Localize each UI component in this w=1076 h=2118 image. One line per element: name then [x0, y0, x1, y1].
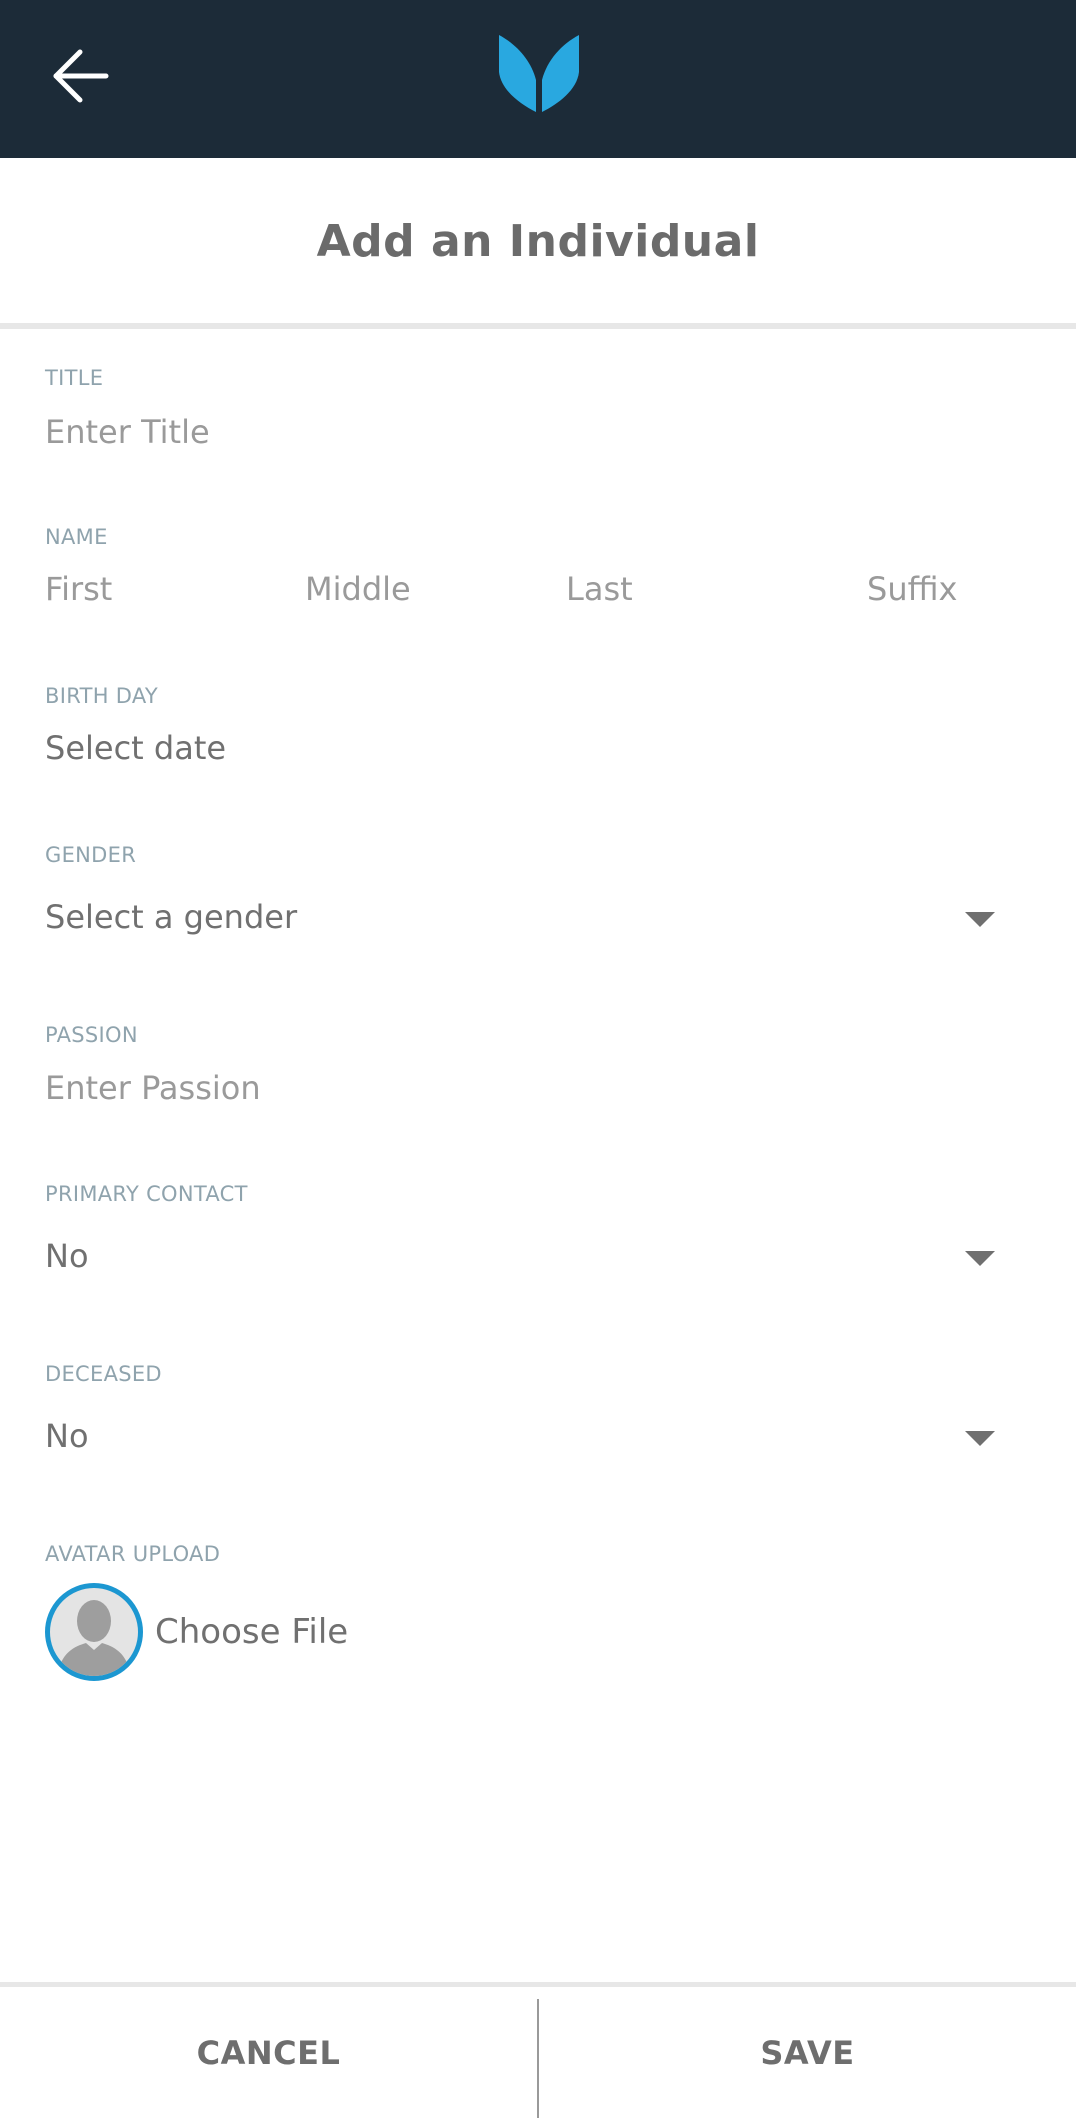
passion-label: PASSION — [45, 1023, 138, 1047]
chevron-down-icon — [965, 1251, 995, 1266]
primary-contact-select[interactable]: No — [45, 1233, 995, 1283]
chevron-down-icon — [965, 1431, 995, 1446]
arrow-left-icon — [53, 49, 109, 103]
top-app-bar — [0, 0, 1076, 158]
avatar-upload-label: AVATAR UPLOAD — [45, 1542, 221, 1566]
title-label: TITLE — [45, 366, 104, 390]
last-name-input[interactable]: Last — [566, 570, 633, 608]
gender-label: GENDER — [45, 843, 137, 867]
book-logo-icon — [499, 35, 579, 112]
suffix-input[interactable]: Suffix — [867, 570, 957, 608]
choose-file-button[interactable]: Choose File — [155, 1612, 348, 1652]
avatar[interactable] — [45, 1583, 143, 1681]
passion-input[interactable]: Enter Passion — [45, 1069, 261, 1107]
deceased-select-value: No — [45, 1417, 89, 1455]
gender-select[interactable]: Select a gender — [45, 894, 995, 944]
chevron-down-icon — [965, 912, 995, 927]
deceased-select[interactable]: No — [45, 1413, 995, 1463]
primary-contact-select-value: No — [45, 1237, 89, 1275]
cancel-button[interactable]: CANCEL — [0, 1987, 537, 2118]
person-silhouette-icon — [58, 1600, 130, 1676]
title-input[interactable]: Enter Title — [45, 413, 210, 451]
primary-contact-label: PRIMARY CONTACT — [45, 1182, 248, 1206]
gender-select-value: Select a gender — [45, 898, 298, 936]
birthday-date-picker[interactable]: Select date — [45, 729, 226, 767]
deceased-label: DECEASED — [45, 1362, 162, 1386]
middle-name-input[interactable]: Middle — [305, 570, 411, 608]
birthday-label: BIRTH DAY — [45, 684, 159, 708]
page-title: Add an Individual — [316, 215, 760, 267]
name-label: NAME — [45, 525, 108, 549]
first-name-input[interactable]: First — [45, 570, 112, 608]
footer-actions: CANCEL SAVE — [0, 1987, 1076, 2118]
back-button[interactable] — [44, 40, 116, 112]
save-button[interactable]: SAVE — [539, 1987, 1076, 2118]
page-header: Add an Individual — [0, 158, 1076, 324]
header-divider — [0, 323, 1076, 329]
